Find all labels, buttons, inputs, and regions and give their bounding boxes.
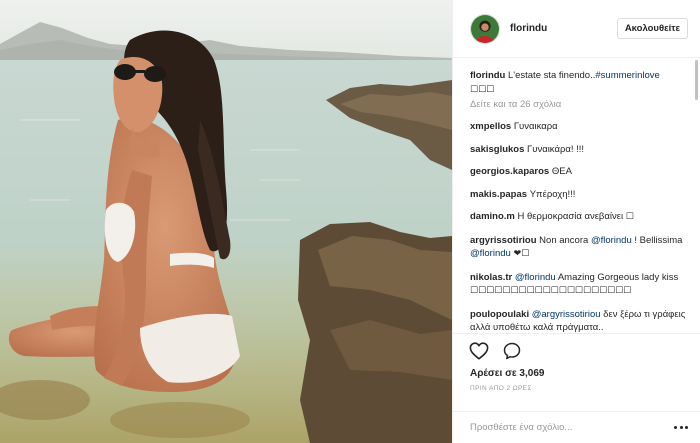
comments-scrollbar[interactable]: [694, 58, 698, 333]
more-dot: [679, 426, 683, 429]
more-dot: [685, 426, 688, 429]
comment-username[interactable]: nikolas.tr: [470, 272, 512, 283]
comment-username[interactable]: damino.m: [470, 211, 515, 222]
post-photo[interactable]: [0, 0, 452, 443]
comment-username[interactable]: xmpellos: [470, 121, 511, 132]
comment-username[interactable]: sakisglukos: [470, 144, 524, 155]
comment-text: Γυναικαρα: [513, 121, 558, 132]
more-dot: [674, 426, 677, 429]
comment-row: poulopoulaki @argyrissotiriou δεν ξέρω τ…: [470, 308, 686, 334]
action-bar: [453, 333, 700, 367]
comment-row: makis.papas Υπέροχη!!!: [470, 188, 686, 202]
header-username[interactable]: florindu: [510, 23, 617, 34]
comment-emoji: ☐: [625, 212, 634, 222]
caption-emoji: ☐☐☐: [470, 84, 495, 95]
comment-row: nikolas.tr @florindu Amazing Gorgeous la…: [470, 271, 686, 299]
comment-text: Γυναικάρα! !!!: [527, 143, 585, 155]
following-button[interactable]: Ακολουθείτε: [616, 17, 688, 40]
avatar[interactable]: [470, 13, 500, 44]
load-more-comments-link[interactable]: Δείτε και τα 26 σχόλια: [470, 98, 686, 111]
caption-username[interactable]: florindu: [470, 70, 505, 81]
comment-emoji: ❤☐: [510, 249, 530, 259]
likes-count[interactable]: Αρέσει σε 3,069: [453, 367, 700, 381]
post-header: florindu Ακολουθείτε: [453, 0, 700, 58]
comment-text: Η θερμοκρασία ανεβαίνει: [517, 211, 626, 222]
comment-emoji: ☐☐☐☐☐☐☐☐☐☐☐☐☐☐☐☐☐☐☐☐: [470, 286, 632, 296]
caption-hashtag[interactable]: #summerinlove: [595, 70, 659, 81]
comment-text: ! Bellissima: [631, 234, 683, 246]
add-comment-input[interactable]: [470, 422, 674, 433]
comment-row: georgios.kaparos ΘΕΑ: [470, 165, 686, 179]
comment-row: damino.m Η θερμοκρασία ανεβαίνει ☐: [470, 210, 686, 225]
more-options-icon[interactable]: [674, 425, 688, 431]
comment-text: ΘΕΑ: [551, 166, 572, 177]
comment-username[interactable]: makis.papas: [470, 189, 527, 200]
caption-text: L'estate sta finendo..: [508, 70, 596, 81]
comment-row: sakisglukos Γυναικάρα! !!!: [470, 143, 686, 157]
post-side-panel: florindu Ακολουθείτε florindu L'estate s…: [452, 0, 700, 443]
comment-text: Amazing Gorgeous lady kiss: [555, 271, 679, 283]
comment-mention[interactable]: @argyrissotiriou: [532, 309, 601, 320]
comment-mention[interactable]: @florindu: [515, 272, 556, 283]
post-timestamp[interactable]: ΠΡΙΝ ΑΠΟ 2 ΩΡΕΣ: [453, 381, 700, 394]
caption: florindu L'estate sta finendo..#summerin…: [470, 69, 686, 111]
comment-button[interactable]: [503, 342, 521, 360]
comment-username[interactable]: georgios.kaparos: [470, 166, 549, 177]
comment-mention[interactable]: @florindu: [470, 248, 511, 259]
instagram-post: florindu Ακολουθείτε florindu L'estate s…: [0, 0, 700, 443]
avatar-image: [471, 14, 499, 43]
beach-photo-image: [0, 0, 452, 443]
comment-container: xmpellos Γυναικαρα sakisglukos Γυναικάρα!…: [470, 120, 686, 333]
like-button[interactable]: [469, 341, 489, 360]
comment-row: argyrissotiriou Non ancora @florindu ! B…: [470, 234, 686, 262]
comment-mention[interactable]: @florindu: [591, 235, 632, 246]
comment-username[interactable]: argyrissotiriou: [470, 235, 537, 246]
heart-outline-icon: [469, 341, 489, 360]
comment-username[interactable]: poulopoulaki: [470, 309, 529, 320]
comments-list[interactable]: florindu L'estate sta finendo..#summerin…: [453, 58, 700, 333]
add-comment-section: [453, 411, 700, 443]
comment-text: Υπέροχη!!!: [529, 188, 576, 200]
comment-row: xmpellos Γυναικαρα: [470, 120, 686, 134]
speech-bubble-icon: [503, 342, 521, 359]
comment-text: Non ancora: [539, 234, 591, 246]
scrollbar-thumb[interactable]: [695, 60, 698, 100]
